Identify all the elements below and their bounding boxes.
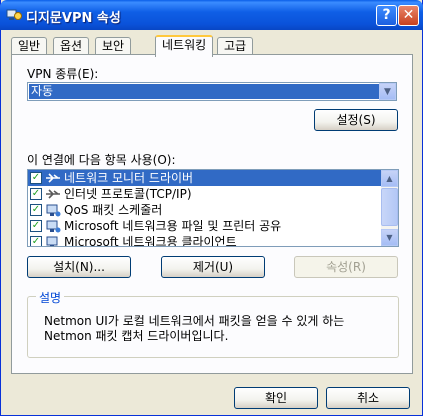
settings-button[interactable]: 설정(S) <box>314 109 398 131</box>
checkbox[interactable]: ✓ <box>30 220 42 232</box>
list-item[interactable]: ✓ 네트워크 모니터 드라이버 <box>28 170 382 186</box>
chevron-down-icon[interactable]: ▼ <box>379 83 396 100</box>
properties-dialog: 디지문VPN 속성 ? ✕ 일반 옵션 보안 네트워킹 고급 VPN 종류(E)… <box>0 0 423 416</box>
install-button[interactable]: 설치(N)... <box>27 256 131 278</box>
scroll-up-icon[interactable]: ▲ <box>381 170 398 187</box>
close-button[interactable]: ✕ <box>398 5 419 26</box>
tab-networking[interactable]: 네트워킹 <box>155 35 214 57</box>
checkbox[interactable]: ✓ <box>30 188 42 200</box>
ok-button[interactable]: 확인 <box>234 387 318 409</box>
title-bar[interactable]: 디지문VPN 속성 ? ✕ <box>0 0 423 30</box>
help-button[interactable]: ? <box>376 5 397 26</box>
network-service-icon <box>46 204 61 217</box>
vpn-type-label: VPN 종류(E): <box>27 67 99 81</box>
network-protocol-icon <box>46 189 60 199</box>
checkbox[interactable]: ✓ <box>30 204 42 216</box>
scroll-down-icon[interactable]: ▼ <box>381 229 398 246</box>
properties-button[interactable]: 속성(R) <box>294 256 398 278</box>
list-item[interactable]: ✓ Microsoft 네트워크용 클라이언트 <box>28 234 382 247</box>
network-protocol-icon <box>46 173 60 183</box>
vpn-type-select[interactable]: 자동 ▼ <box>27 82 397 101</box>
list-item-label: QoS 패킷 스케줄러 <box>64 203 163 217</box>
cancel-button[interactable]: 취소 <box>326 387 410 409</box>
list-item-label: Microsoft 네트워크용 파일 및 프린터 공유 <box>64 219 282 233</box>
components-label: 이 연결에 다음 항목 사용(O): <box>27 153 176 167</box>
list-item-label: 인터넷 프로토콜(TCP/IP) <box>64 187 192 201</box>
list-item[interactable]: ✓ Microsoft 네트워크용 파일 및 프린터 공유 <box>28 218 382 234</box>
network-connection-icon <box>6 9 22 20</box>
window-title: 디지문VPN 속성 <box>26 11 121 26</box>
network-service-icon <box>46 220 61 233</box>
network-client-icon <box>46 236 58 246</box>
list-item-label: 네트워크 모니터 드라이버 <box>64 171 194 185</box>
networking-panel: VPN 종류(E): 자동 ▼ 설정(S) 이 연결에 다음 항목 사용(O):… <box>11 54 413 374</box>
list-scrollbar[interactable]: ▲ ▼ <box>381 170 398 246</box>
checkbox[interactable]: ✓ <box>30 236 42 246</box>
components-list[interactable]: ✓ 네트워크 모니터 드라이버 ✓ 인터넷 프로토콜(TCP/IP) ✓ QoS… <box>27 169 399 247</box>
list-item-label: Microsoft 네트워크용 클라이언트 <box>64 235 237 247</box>
description-title: 설명 <box>36 289 65 306</box>
scroll-thumb[interactable] <box>381 188 398 226</box>
description-text: Netmon UI가 로컬 네트워크에서 패킷을 얻을 수 있게 하는 Netm… <box>44 314 345 343</box>
description-group: 설명 Netmon UI가 로컬 네트워크에서 패킷을 얻을 수 있게 하는 N… <box>27 289 399 358</box>
vpn-type-value: 자동 <box>29 84 380 99</box>
checkbox[interactable]: ✓ <box>30 172 42 184</box>
list-item[interactable]: ✓ QoS 패킷 스케줄러 <box>28 202 382 218</box>
list-item[interactable]: ✓ 인터넷 프로토콜(TCP/IP) <box>28 186 382 202</box>
remove-button[interactable]: 제거(U) <box>161 256 265 278</box>
